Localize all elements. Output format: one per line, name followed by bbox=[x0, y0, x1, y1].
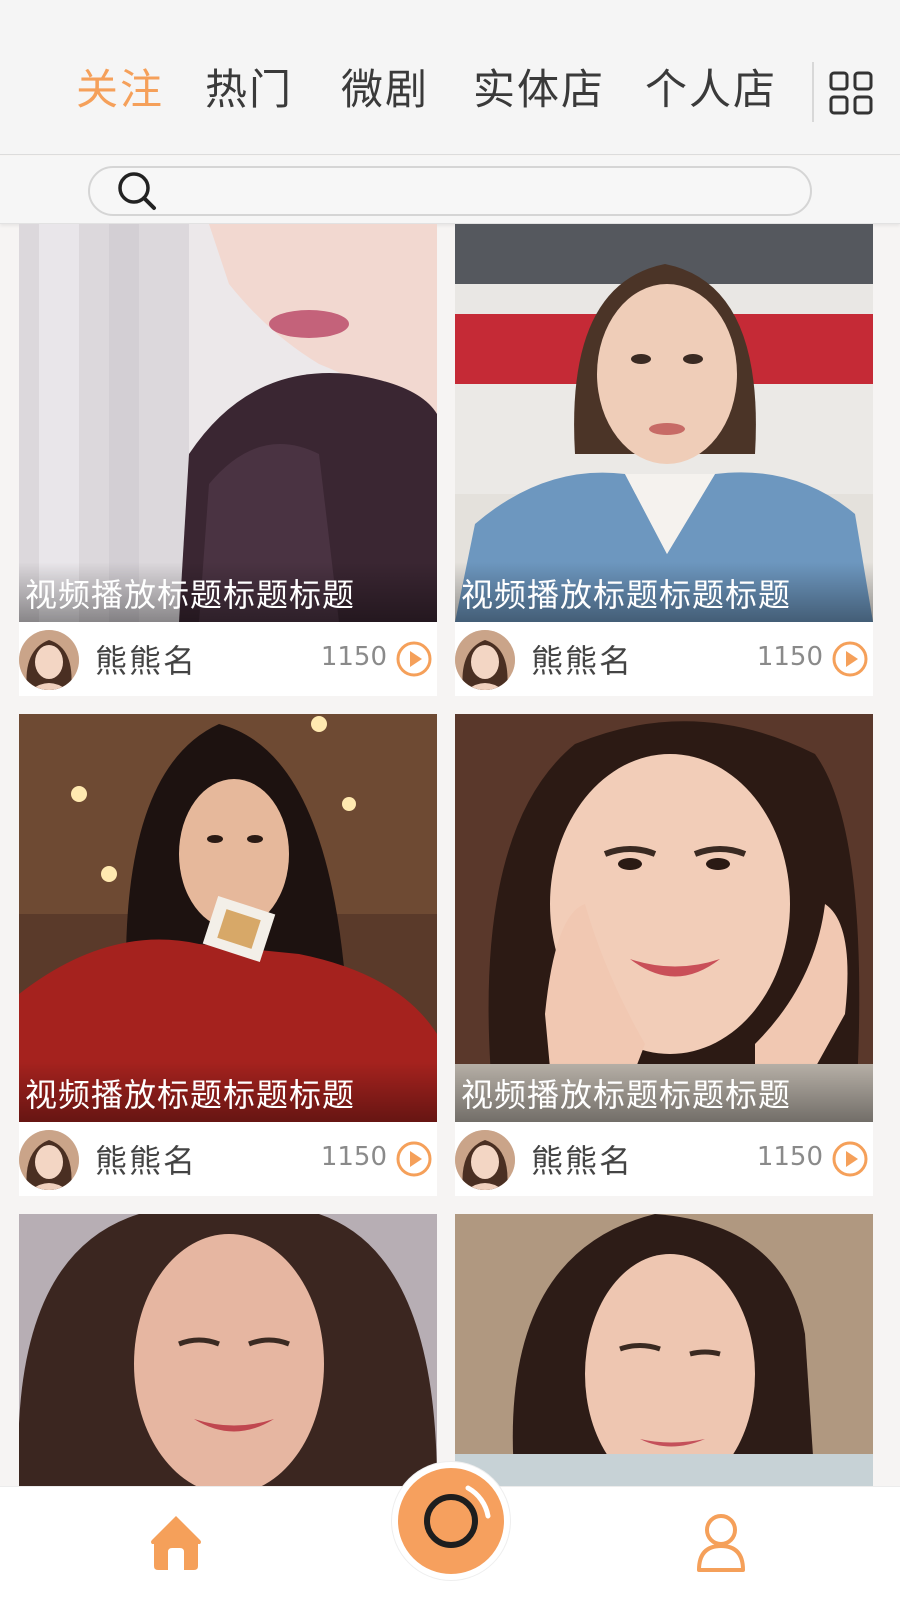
video-card[interactable]: 视频播放标题标题标题 熊熊名 1150 bbox=[455, 224, 873, 696]
play-icon bbox=[395, 640, 433, 678]
video-thumbnail[interactable]: 视频播放标题标题标题 bbox=[19, 224, 437, 622]
video-meta: 熊熊名 1150 bbox=[19, 1122, 437, 1196]
tab-physical-store[interactable]: 实体店 bbox=[473, 60, 605, 120]
video-card[interactable] bbox=[455, 1214, 873, 1486]
video-title: 视频播放标题标题标题 bbox=[25, 1076, 356, 1114]
video-title: 视频播放标题标题标题 bbox=[461, 576, 792, 614]
tab-hot[interactable]: 热门 bbox=[205, 60, 293, 120]
home-icon[interactable] bbox=[148, 1512, 204, 1572]
avatar[interactable] bbox=[19, 1130, 79, 1190]
category-tabs: 关注 热门 微剧 实体店 个人店 bbox=[0, 60, 900, 120]
avatar[interactable] bbox=[455, 1130, 515, 1190]
play-count: 1150 bbox=[756, 642, 823, 672]
play-icon bbox=[831, 1140, 869, 1178]
video-thumbnail[interactable] bbox=[19, 1214, 437, 1486]
play-count: 1150 bbox=[320, 1142, 387, 1172]
author-name: 熊熊名 bbox=[531, 1142, 634, 1180]
author-name: 熊熊名 bbox=[95, 642, 198, 680]
avatar[interactable] bbox=[455, 630, 515, 690]
video-thumbnail[interactable]: 视频播放标题标题标题 bbox=[455, 714, 873, 1122]
tab-personal-store[interactable]: 个人店 bbox=[645, 60, 777, 120]
video-card[interactable] bbox=[19, 1214, 437, 1486]
video-thumbnail[interactable]: 视频播放标题标题标题 bbox=[19, 714, 437, 1122]
tab-micro-drama[interactable]: 微剧 bbox=[341, 60, 429, 120]
tab-divider bbox=[812, 62, 814, 122]
play-count: 1150 bbox=[756, 1142, 823, 1172]
video-meta: 熊熊名 1150 bbox=[19, 622, 437, 696]
tab-follow[interactable]: 关注 bbox=[76, 60, 164, 120]
video-title: 视频播放标题标题标题 bbox=[461, 1076, 792, 1114]
search-icon[interactable] bbox=[116, 170, 158, 212]
author-name: 熊熊名 bbox=[531, 642, 634, 680]
play-icon bbox=[395, 1140, 433, 1178]
search-input[interactable] bbox=[88, 166, 812, 216]
video-thumbnail[interactable] bbox=[455, 1214, 873, 1486]
video-title: 视频播放标题标题标题 bbox=[25, 576, 356, 614]
video-card[interactable]: 视频播放标题标题标题 熊熊名 1150 bbox=[19, 224, 437, 696]
video-meta: 熊熊名 1150 bbox=[455, 1122, 873, 1196]
video-card[interactable]: 视频播放标题标题标题 熊熊名 1150 bbox=[19, 714, 437, 1196]
grid-icon[interactable] bbox=[828, 70, 874, 116]
user-icon[interactable] bbox=[693, 1510, 749, 1574]
video-meta: 熊熊名 1150 bbox=[455, 622, 873, 696]
camera-record-icon[interactable] bbox=[392, 1462, 510, 1580]
video-thumbnail[interactable]: 视频播放标题标题标题 bbox=[455, 224, 873, 622]
video-card[interactable]: 视频播放标题标题标题 熊熊名 1150 bbox=[455, 714, 873, 1196]
play-count: 1150 bbox=[320, 642, 387, 672]
play-icon bbox=[831, 640, 869, 678]
author-name: 熊熊名 bbox=[95, 1142, 198, 1180]
top-tab-bar: 关注 热门 微剧 实体店 个人店 bbox=[0, 0, 900, 155]
avatar[interactable] bbox=[19, 630, 79, 690]
